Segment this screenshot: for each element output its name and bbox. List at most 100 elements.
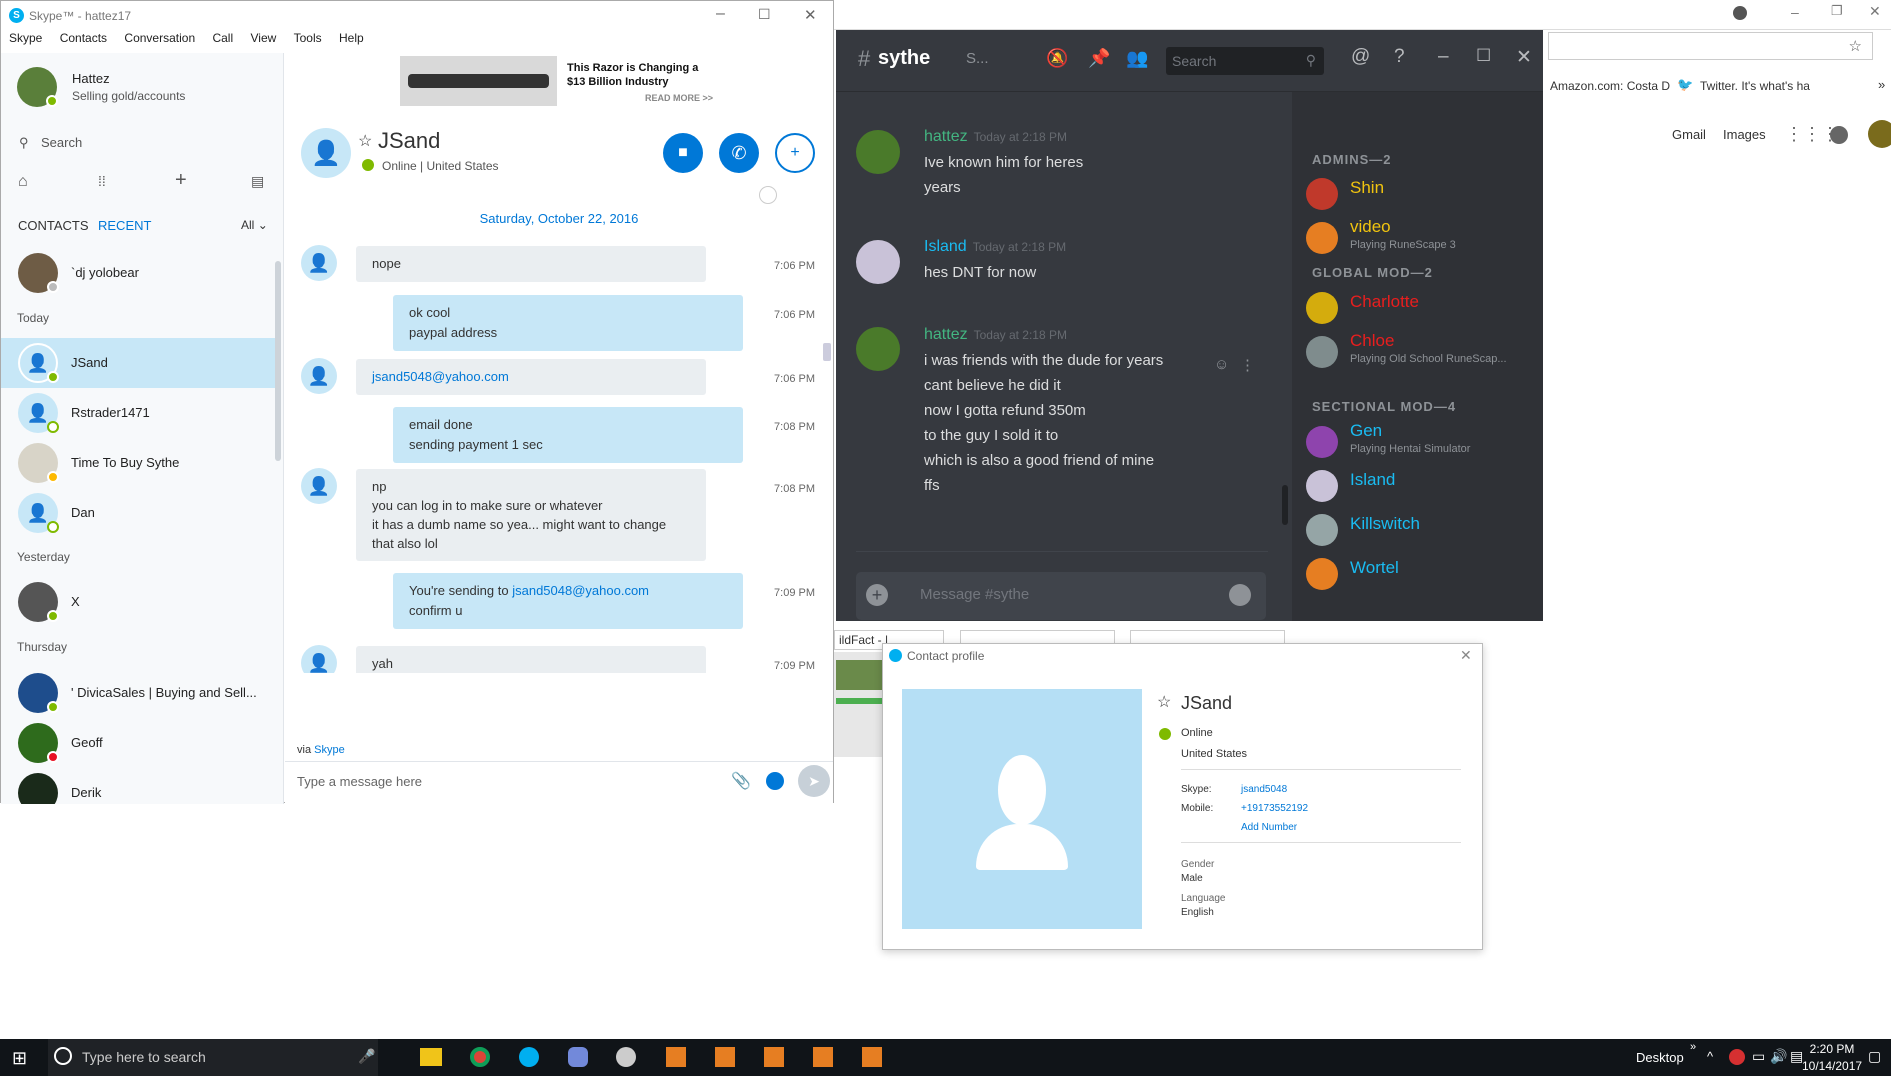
profile-icon[interactable]: [1733, 6, 1747, 20]
via-skype-link[interactable]: Skype: [314, 744, 345, 756]
chevron-up-icon[interactable]: ^: [1707, 1049, 1713, 1064]
file-explorer-icon[interactable]: [420, 1048, 442, 1066]
volume-icon[interactable]: 🔊: [1770, 1048, 1787, 1065]
message-avatar[interactable]: [856, 240, 900, 284]
bookmark-star-icon[interactable]: ☆: [1849, 37, 1862, 55]
member-item[interactable]: Killswitch: [1306, 510, 1536, 550]
antivirus-icon[interactable]: [1729, 1049, 1745, 1065]
contact-item[interactable]: Derik: [1, 768, 276, 804]
sidebar-scrollbar[interactable]: [275, 261, 281, 461]
chrome-icon[interactable]: [470, 1047, 490, 1067]
notifications-icon[interactable]: [1830, 126, 1848, 144]
message-bubble[interactable]: np you can log in to make sure or whateve…: [356, 469, 706, 561]
video-call-button[interactable]: ■: [663, 133, 703, 173]
menu-tools[interactable]: Tools: [294, 31, 322, 45]
message-bubble[interactable]: email done sending payment 1 sec: [393, 407, 743, 463]
add-reaction-icon[interactable]: ☺: [1214, 356, 1229, 373]
bookmark-twitter[interactable]: Twitter. It's what's ha: [1700, 79, 1810, 93]
taskbar-search[interactable]: Type here to search 🎤: [48, 1039, 378, 1076]
mentions-icon[interactable]: @: [1351, 46, 1370, 68]
contact-item-selected[interactable]: 👤 JSand: [1, 338, 276, 388]
messages-scrollbar[interactable]: [1282, 485, 1288, 525]
dialpad-icon[interactable]: ⁞⁞: [98, 173, 106, 189]
add-icon[interactable]: +: [175, 169, 187, 192]
menu-conversation[interactable]: Conversation: [124, 31, 195, 45]
message-bubble[interactable]: You're sending to jsand5048@yahoo.com con…: [393, 573, 743, 629]
member-item[interactable]: Gen Playing Hentai Simulator: [1306, 421, 1536, 462]
emoticon-icon[interactable]: [766, 772, 784, 790]
minimize-icon[interactable]: –: [1438, 46, 1449, 68]
message-bubble[interactable]: nope: [356, 246, 706, 282]
skype-taskbar-icon[interactable]: [519, 1047, 539, 1067]
app-icon[interactable]: [666, 1047, 686, 1067]
ad-read-more[interactable]: READ MORE >>: [645, 93, 713, 103]
upload-plus-icon[interactable]: +: [866, 584, 888, 606]
help-icon[interactable]: ?: [1394, 46, 1405, 68]
close-icon[interactable]: ✕: [1869, 3, 1881, 20]
message-avatar[interactable]: [856, 327, 900, 371]
menu-call[interactable]: Call: [212, 31, 233, 45]
network-icon[interactable]: ▭: [1752, 1048, 1765, 1065]
discord-taskbar-icon[interactable]: [568, 1047, 588, 1067]
bookmark-amazon[interactable]: Amazon.com: Costa D: [1550, 79, 1670, 93]
app-icon[interactable]: [764, 1047, 784, 1067]
windows-start-icon[interactable]: ⊞: [12, 1048, 27, 1069]
maximize-icon[interactable]: ☐: [758, 6, 771, 23]
contact-item[interactable]: ' DivicaSales | Buying and Sell...: [1, 668, 276, 718]
more-options-icon[interactable]: ⋮: [1240, 356, 1255, 374]
emoji-icon[interactable]: [1229, 584, 1251, 606]
mute-bell-icon[interactable]: 🔕: [1046, 48, 1068, 69]
chat-contact-name[interactable]: JSand: [378, 128, 440, 154]
minimize-icon[interactable]: –: [1791, 4, 1799, 20]
member-item[interactable]: Wortel: [1306, 554, 1536, 594]
gmail-link[interactable]: Gmail: [1672, 127, 1706, 142]
message-bubble[interactable]: yah: [356, 646, 706, 673]
home-icon[interactable]: ⌂: [18, 173, 28, 191]
close-icon[interactable]: ✕: [804, 6, 817, 24]
more-bookmarks-icon[interactable]: »: [1878, 77, 1885, 92]
skype-id-link[interactable]: jsand5048: [1241, 784, 1287, 795]
menu-skype[interactable]: Skype: [9, 31, 42, 45]
app-icon[interactable]: [862, 1047, 882, 1067]
ad-headline[interactable]: This Razor is Changing a $13 Billion Ind…: [567, 61, 707, 89]
contact-item[interactable]: Geoff: [1, 718, 276, 768]
message-bubble[interactable]: ok cool paypal address: [393, 295, 743, 351]
menu-help[interactable]: Help: [339, 31, 364, 45]
chat-contact-avatar[interactable]: 👤: [301, 128, 351, 178]
tab-recent[interactable]: RECENT: [98, 218, 151, 233]
clock-time[interactable]: 2:20 PM: [1807, 1042, 1857, 1056]
steam-icon[interactable]: [616, 1047, 636, 1067]
search-input[interactable]: Search: [41, 135, 271, 150]
restore-icon[interactable]: ❐: [1831, 3, 1843, 19]
more-icon[interactable]: »: [1690, 1041, 1696, 1053]
members-icon[interactable]: 👥: [1126, 48, 1148, 69]
message-bubble[interactable]: jsand5048@yahoo.com: [356, 359, 706, 395]
tab-contacts[interactable]: CONTACTS: [18, 218, 89, 233]
close-icon[interactable]: ✕: [1460, 647, 1472, 664]
filter-dropdown[interactable]: All ⌄: [241, 218, 268, 232]
search-input[interactable]: Search ⚲: [1166, 47, 1324, 75]
send-button[interactable]: ➤: [798, 765, 830, 797]
my-mood[interactable]: Selling gold/accounts: [72, 89, 185, 103]
microphone-icon[interactable]: 🎤: [358, 1048, 375, 1065]
maximize-icon[interactable]: ☐: [1476, 46, 1491, 66]
message-input[interactable]: Type a message here: [297, 774, 697, 789]
account-avatar[interactable]: [1868, 120, 1891, 148]
menu-contacts[interactable]: Contacts: [60, 31, 107, 45]
member-item[interactable]: Chloe Playing Old School RuneScap...: [1306, 331, 1536, 372]
message-input[interactable]: + Message #sythe: [856, 572, 1266, 620]
member-item[interactable]: Island: [1306, 466, 1536, 506]
contacts-book-icon[interactable]: ▤: [251, 173, 264, 190]
minimize-icon[interactable]: –: [716, 5, 725, 23]
message-avatar[interactable]: [856, 130, 900, 174]
menu-view[interactable]: View: [250, 31, 276, 45]
chat-scrollbar[interactable]: [823, 343, 831, 361]
address-bar[interactable]: ☆: [1548, 32, 1873, 60]
attach-paperclip-icon[interactable]: 📎: [731, 771, 751, 791]
contact-item[interactable]: `dj yolobear: [1, 248, 276, 298]
pin-icon[interactable]: 📌: [1088, 48, 1110, 69]
message-author[interactable]: hattez: [924, 128, 968, 145]
mobile-number-link[interactable]: +19173552192: [1241, 803, 1308, 814]
email-link[interactable]: jsand5048@yahoo.com: [512, 583, 649, 598]
app-icon[interactable]: [715, 1047, 735, 1067]
